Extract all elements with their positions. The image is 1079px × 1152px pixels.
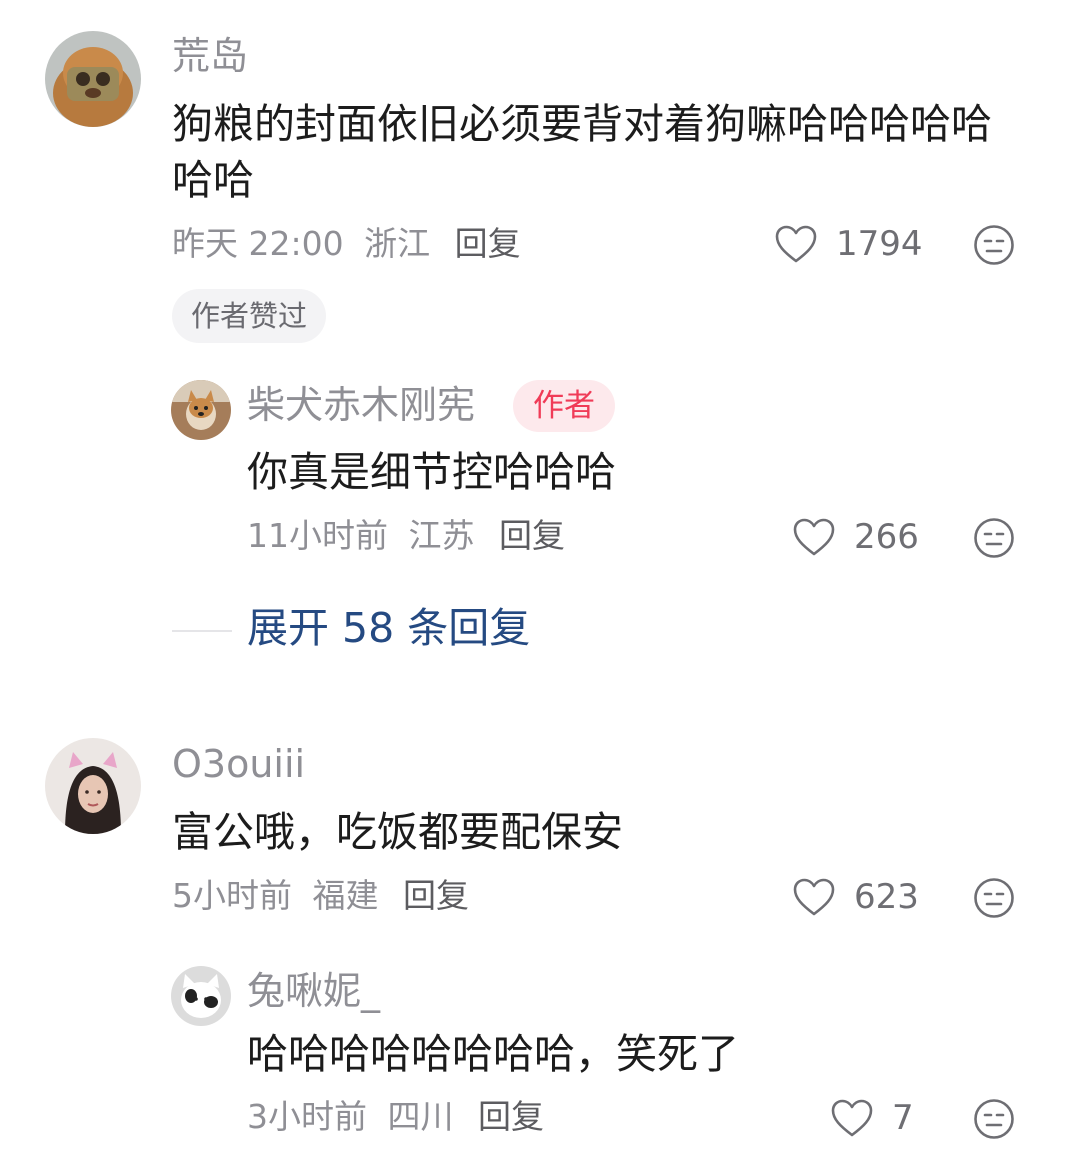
reply-location: 四川 [387, 1097, 454, 1136]
heart-outline-icon [775, 225, 817, 263]
reply-button[interactable]: 回复 [455, 224, 521, 263]
like-button[interactable]: 266 [792, 517, 919, 557]
reply-username[interactable]: 柴犬赤木刚宪 [247, 386, 475, 424]
like-button[interactable]: 623 [792, 877, 919, 917]
like-button[interactable]: 1794 [774, 224, 923, 264]
avatar-image [171, 966, 231, 1026]
comment-location: 浙江 [364, 224, 431, 263]
comment-meta: 5小时前 福建 回复 [172, 879, 469, 912]
reply-button[interactable]: 回复 [478, 1097, 544, 1136]
expand-divider [172, 630, 232, 632]
dislike-button[interactable] [973, 1098, 1015, 1140]
avatar-image [171, 380, 231, 440]
heart-outline-icon [831, 1099, 873, 1137]
avatar[interactable] [45, 31, 141, 127]
avatar-image [45, 31, 141, 127]
heart-outline-icon [793, 518, 835, 556]
meh-face-icon [974, 878, 1014, 918]
like-button[interactable]: 7 [830, 1098, 914, 1138]
reply-meta: 3小时前 四川 回复 [247, 1100, 544, 1133]
comment-location: 福建 [312, 876, 379, 915]
reply-time: 11小时前 [247, 516, 388, 555]
comment-username[interactable]: O3ouiii [172, 745, 305, 783]
reply-content: 哈哈哈哈哈哈哈哈，笑死了 [247, 1030, 739, 1078]
reply-username[interactable]: 兔啾妮_ [247, 972, 380, 1010]
author-liked-badge: 作者赞过 [172, 289, 327, 343]
expand-replies-button[interactable]: 展开 58 条回复 [247, 608, 530, 649]
like-count: 623 [854, 877, 919, 917]
heart-outline-icon [793, 878, 835, 916]
meh-face-icon [974, 518, 1014, 558]
avatar[interactable] [171, 966, 231, 1026]
avatar-image [45, 738, 141, 834]
reply-button[interactable]: 回复 [499, 516, 565, 555]
comment-content: 富公哦，吃饭都要配保安 [172, 808, 623, 856]
meh-face-icon [974, 225, 1014, 265]
reply-content: 你真是细节控哈哈哈 [247, 448, 616, 496]
comment-content: 狗粮的封面依旧必须要背对着狗嘛哈哈哈哈哈哈哈 [172, 100, 992, 204]
avatar[interactable] [45, 738, 141, 834]
comment-meta: 昨天 22:00 浙江 回复 [172, 227, 521, 260]
dislike-button[interactable] [973, 877, 1015, 919]
like-count: 1794 [836, 224, 923, 264]
meh-face-icon [974, 1099, 1014, 1139]
reply-time: 3小时前 [247, 1097, 367, 1136]
comment-time: 5小时前 [172, 876, 292, 915]
dislike-button[interactable] [973, 517, 1015, 559]
reply-meta: 11小时前 江苏 回复 [247, 519, 565, 552]
reply-location: 江苏 [408, 516, 475, 555]
comment-username[interactable]: 荒岛 [172, 37, 248, 75]
author-tag: 作者 [513, 380, 615, 432]
avatar[interactable] [171, 380, 231, 440]
reply-button[interactable]: 回复 [403, 876, 469, 915]
dislike-button[interactable] [973, 224, 1015, 266]
like-count: 266 [854, 517, 919, 557]
like-count: 7 [892, 1098, 914, 1138]
comment-time: 昨天 22:00 [172, 224, 344, 263]
